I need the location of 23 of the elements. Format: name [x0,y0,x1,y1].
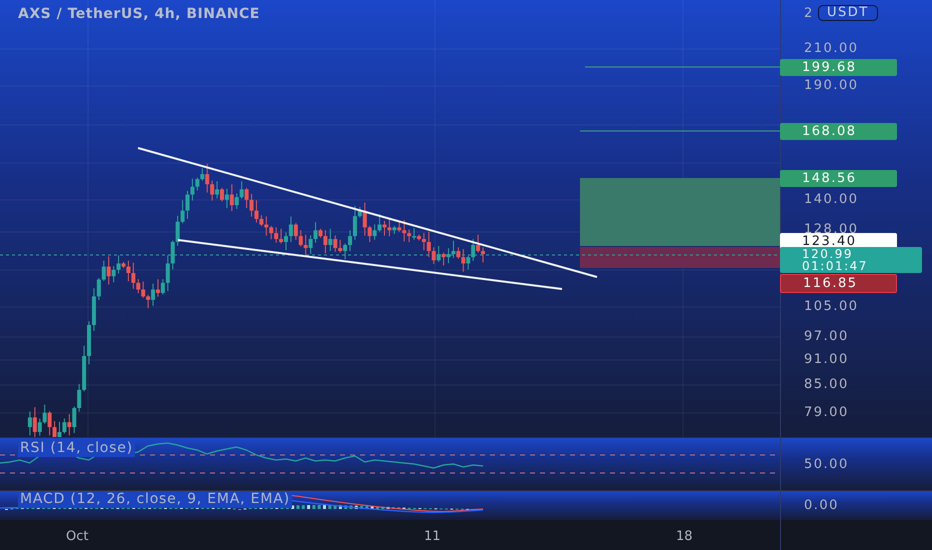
axis-label: 50.00 [804,457,849,473]
price-label: 2 [804,6,814,22]
price-label: 97.00 [804,329,849,345]
price-tag: 120.99 01:01:47 [780,247,922,273]
price-label: 105.00 [804,299,858,315]
time-label: 11 [424,528,441,546]
price-label: 85.00 [804,377,849,393]
time-label: 18 [676,528,693,546]
price-tag: 168.08 [780,123,897,140]
time-label: Oct [66,528,88,546]
price-label: 140.00 [804,192,858,208]
indicator-title: RSI (14, close) [18,440,135,457]
price-tag: 148.56 [780,170,897,187]
price-label: 79.00 [804,405,849,421]
indicator-title: MACD (12, 26, close, 9, EMA, EMA) [18,491,292,508]
axis-label: 0.00 [804,498,839,514]
price-label: 210.00 [804,41,858,57]
currency-selector[interactable]: USDT [818,5,878,21]
price-tag: 116.85 [780,274,897,293]
price-tag: 199.68 [780,59,897,76]
price-label: 190.00 [804,78,858,94]
price-label: 91.00 [804,352,849,368]
chart-title: AXS / TetherUS, 4h, BINANCE [18,5,260,24]
